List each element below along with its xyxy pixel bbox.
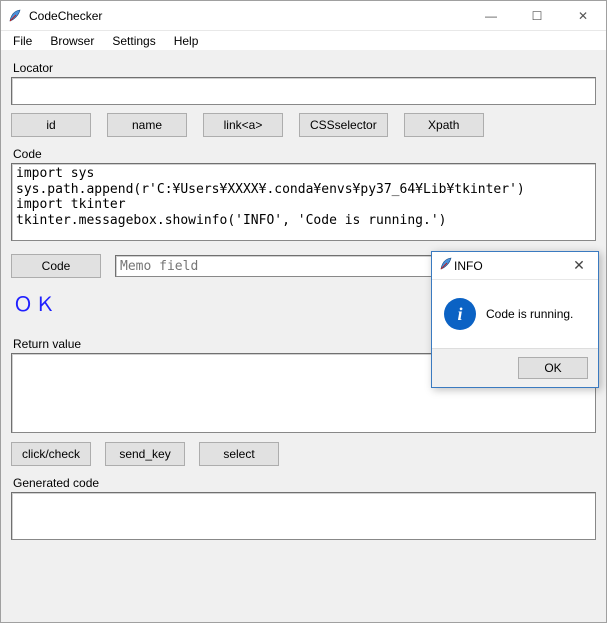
- dialog-titlebar[interactable]: INFO ✕: [432, 252, 598, 280]
- dialog-ok-button[interactable]: OK: [518, 357, 588, 379]
- menu-help[interactable]: Help: [166, 33, 207, 49]
- menu-file[interactable]: File: [5, 33, 40, 49]
- maximize-button[interactable]: ☐: [514, 1, 560, 30]
- locator-name-button[interactable]: name: [107, 113, 187, 137]
- run-code-button[interactable]: Code: [11, 254, 101, 278]
- minimize-button[interactable]: —: [468, 1, 514, 30]
- locator-input[interactable]: [11, 77, 596, 105]
- menu-settings[interactable]: Settings: [104, 33, 163, 49]
- dialog-footer: OK: [432, 348, 598, 387]
- send-key-button[interactable]: send_key: [105, 442, 185, 466]
- generated-label: Generated code: [13, 476, 596, 490]
- locator-link-button[interactable]: link<a>: [203, 113, 283, 137]
- app-title: CodeChecker: [29, 9, 102, 23]
- locator-label: Locator: [13, 61, 596, 75]
- locator-id-button[interactable]: id: [11, 113, 91, 137]
- code-label: Code: [13, 147, 596, 161]
- locator-css-button[interactable]: CSSselector: [299, 113, 388, 137]
- titlebar[interactable]: CodeChecker — ☐ ✕: [1, 1, 606, 31]
- dialog-body: i Code is running.: [432, 280, 598, 348]
- app-icon: [7, 8, 23, 24]
- info-icon: i: [444, 298, 476, 330]
- action-buttons: click/check send_key select: [11, 442, 596, 466]
- code-textarea[interactable]: [11, 163, 596, 241]
- dialog-message: Code is running.: [486, 307, 573, 321]
- dialog-close-button[interactable]: ✕: [560, 257, 598, 274]
- locator-xpath-button[interactable]: Xpath: [404, 113, 484, 137]
- select-button[interactable]: select: [199, 442, 279, 466]
- close-button[interactable]: ✕: [560, 1, 606, 30]
- menu-browser[interactable]: Browser: [42, 33, 102, 49]
- menubar: File Browser Settings Help: [1, 31, 606, 51]
- generated-textarea[interactable]: [11, 492, 596, 540]
- click-check-button[interactable]: click/check: [11, 442, 91, 466]
- info-dialog: INFO ✕ i Code is running. OK: [431, 251, 599, 388]
- dialog-title: INFO: [454, 259, 560, 273]
- locator-buttons: id name link<a> CSSselector Xpath: [11, 113, 596, 137]
- dialog-app-icon: [438, 256, 454, 275]
- window-controls: — ☐ ✕: [468, 1, 606, 30]
